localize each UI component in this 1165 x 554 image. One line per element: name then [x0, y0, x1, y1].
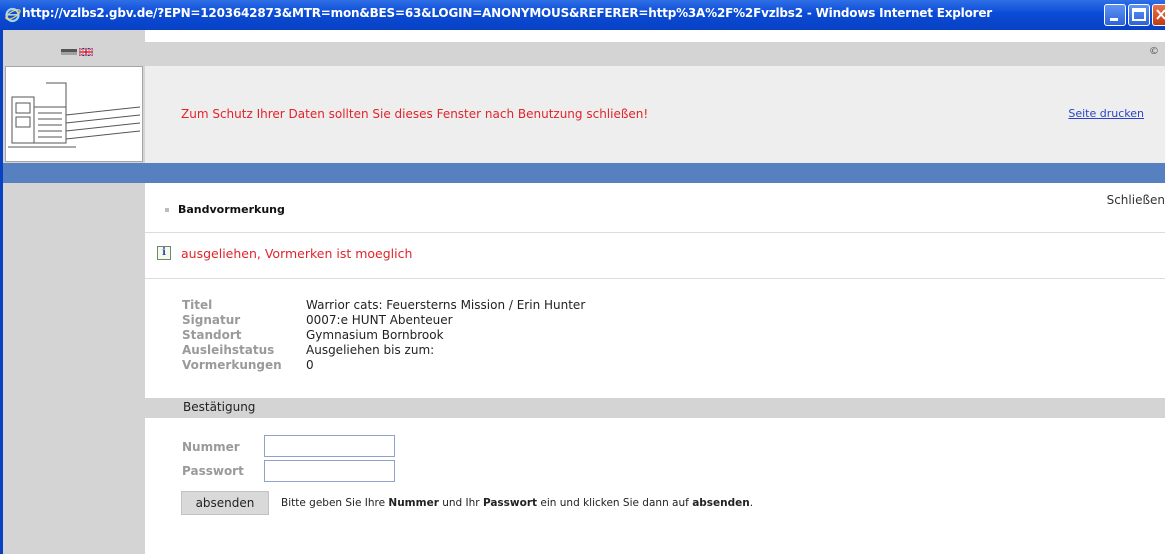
- header-accent-bar: [145, 163, 1165, 183]
- divider: [145, 278, 1165, 279]
- section-title-text: Bandvormerkung: [178, 203, 285, 216]
- copyright-mark: ©: [1149, 46, 1159, 57]
- hint-text: und Ihr: [438, 497, 483, 509]
- minimize-button[interactable]: [1104, 4, 1126, 26]
- password-input[interactable]: [264, 460, 395, 482]
- form-instructions: Bitte geben Sie Ihre Nummer und Ihr Pass…: [281, 497, 753, 509]
- number-label: Nummer: [182, 440, 240, 454]
- detail-label: Signatur: [182, 313, 241, 327]
- privacy-warning: Zum Schutz Ihrer Daten sollten Sie diese…: [181, 107, 649, 121]
- close-link[interactable]: Schließen: [1030, 193, 1165, 207]
- hint-submit: absenden: [692, 497, 750, 509]
- divider: [145, 232, 1165, 233]
- detail-row-standort: Standort Gymnasium Bornbrook: [182, 328, 585, 343]
- hint-password: Passwort: [482, 497, 538, 509]
- info-icon: i: [157, 246, 171, 260]
- window-title: http://vzlbs2.gbv.de/?EPN=1203642873&MTR…: [22, 6, 993, 20]
- submit-button[interactable]: absenden: [181, 491, 269, 515]
- detail-label: Vormerkungen: [182, 358, 282, 372]
- section-title: Bandvormerkung: [165, 203, 285, 216]
- hint-text: Bitte geben Sie Ihre: [281, 497, 389, 509]
- confirmation-heading: Bestätigung: [183, 400, 256, 414]
- close-window-button[interactable]: [1152, 4, 1165, 26]
- detail-value: 0007:e HUNT Abenteuer: [306, 313, 453, 327]
- detail-label: Ausleihstatus: [182, 343, 275, 357]
- library-building-logo: [5, 66, 143, 162]
- flag-uk-icon[interactable]: [78, 47, 94, 57]
- detail-value: Warrior cats: Feuersterns Mission / Erin…: [306, 298, 586, 312]
- bullet-icon: [165, 208, 169, 212]
- flag-de-icon[interactable]: [61, 49, 77, 55]
- detail-value: Ausgeliehen bis zum:: [306, 343, 435, 357]
- detail-row-ausleihstatus: Ausleihstatus Ausgeliehen bis zum:: [182, 343, 585, 358]
- detail-row-signatur: Signatur 0007:e HUNT Abenteuer: [182, 313, 585, 328]
- hint-text: .: [749, 497, 754, 509]
- detail-row-titel: Titel Warrior cats: Feuersterns Mission /…: [182, 298, 585, 313]
- number-input[interactable]: [264, 435, 395, 457]
- hint-number: Nummer: [388, 497, 439, 509]
- detail-label: Standort: [182, 328, 242, 342]
- window-title-bar[interactable]: http://vzlbs2.gbv.de/?EPN=1203642873&MTR…: [0, 0, 1165, 30]
- detail-row-vormerkungen: Vormerkungen 0: [182, 358, 585, 373]
- hint-text: ein und klicken Sie dann auf: [537, 497, 693, 509]
- password-label: Passwort: [182, 464, 244, 478]
- top-strip: [145, 42, 1165, 66]
- item-details: Titel Warrior cats: Feuersterns Mission /…: [182, 298, 585, 373]
- detail-value: 0: [306, 358, 314, 372]
- language-flags: [3, 44, 145, 63]
- confirmation-heading-bar: Bestätigung: [145, 398, 1165, 418]
- detail-value: Gymnasium Bornbrook: [306, 328, 444, 342]
- maximize-button[interactable]: [1128, 4, 1150, 26]
- detail-label: Titel: [182, 298, 213, 312]
- print-page-link[interactable]: Seite drucken: [1068, 107, 1144, 120]
- loan-status-message: ausgeliehen, Vormerken ist moeglich: [181, 246, 413, 261]
- sidebar-accent-bar: [3, 163, 145, 183]
- internet-explorer-icon: [4, 6, 21, 23]
